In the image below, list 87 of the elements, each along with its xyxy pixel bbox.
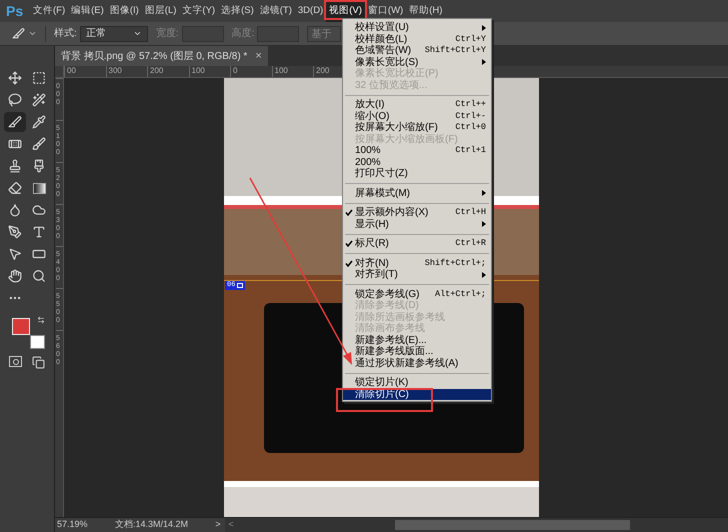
menu-item[interactable]: 对齐到(T) bbox=[343, 269, 491, 280]
tool-button[interactable] bbox=[4, 112, 26, 132]
menu-bar-item[interactable]: 选择(S) bbox=[218, 0, 257, 22]
check-icon bbox=[345, 260, 353, 267]
ruler-label: 0 bbox=[233, 66, 238, 76]
submenu-arrow-icon bbox=[482, 272, 486, 278]
menu-item[interactable]: 显示额外内容(X) Ctrl+H bbox=[343, 207, 491, 218]
height-label: 高度: bbox=[232, 26, 254, 41]
knife-icon bbox=[8, 115, 22, 129]
zoom-icon bbox=[32, 269, 46, 283]
ruler-label: 100 bbox=[274, 66, 288, 76]
foreground-swatch[interactable] bbox=[12, 318, 30, 335]
wand-icon bbox=[32, 93, 46, 107]
pointer-icon bbox=[8, 247, 22, 261]
scrollbar-thumb[interactable] bbox=[395, 520, 630, 530]
menu-bar-item[interactable]: 窗口(W) bbox=[364, 0, 406, 22]
menu-item[interactable]: 放大(I) Ctrl++ bbox=[343, 99, 491, 110]
menu-item[interactable]: 校样设置(U) bbox=[343, 22, 491, 34]
menu-item[interactable]: 色域警告(W) Shift+Ctrl+Y bbox=[343, 45, 491, 56]
type-icon bbox=[32, 225, 46, 239]
menu-item[interactable]: 新建参考线(E)... bbox=[343, 334, 491, 346]
document-size: 文档:14.3M/14.2M bbox=[115, 518, 190, 532]
quick-mask-icon[interactable] bbox=[9, 356, 22, 367]
menu-item[interactable]: 100% Ctrl+1 bbox=[343, 145, 491, 156]
menu-item[interactable]: 显示(H) bbox=[343, 218, 491, 230]
width-label: 宽度: bbox=[156, 26, 179, 41]
check-icon bbox=[345, 209, 353, 216]
menu-bar-item[interactable]: 编辑(E) bbox=[68, 0, 107, 22]
lasso-icon bbox=[8, 93, 22, 107]
pen-icon bbox=[8, 225, 22, 239]
gradient-icon bbox=[32, 182, 46, 194]
close-button[interactable]: × bbox=[255, 48, 262, 64]
ruler-label: 00 bbox=[67, 66, 76, 76]
menu-bar-item[interactable]: 滤镜(T) bbox=[256, 0, 295, 22]
ruler-label: 200 bbox=[150, 66, 164, 76]
eyedropper-icon bbox=[32, 115, 46, 129]
eraser-icon bbox=[8, 181, 22, 195]
menu-item[interactable]: 标尺(R) Ctrl+R bbox=[343, 238, 491, 250]
rectangle-icon bbox=[32, 247, 46, 261]
menu-bar-item[interactable]: 文字(Y) bbox=[179, 0, 218, 22]
droplet-icon bbox=[8, 203, 22, 217]
submenu-arrow-icon bbox=[482, 24, 486, 31]
caret-icon bbox=[28, 29, 37, 38]
knife-icon bbox=[12, 27, 25, 40]
check-icon bbox=[345, 240, 353, 248]
menu-item[interactable]: 对齐(N) Shift+Ctrl+; bbox=[343, 258, 491, 269]
ruler-label: 300 bbox=[108, 66, 122, 76]
zoom-level: 57.19% bbox=[56, 518, 89, 532]
menu-item[interactable]: 200% bbox=[343, 156, 491, 168]
submenu-arrow-icon bbox=[482, 190, 486, 196]
style-select[interactable]: 正常 bbox=[80, 26, 148, 42]
submenu-arrow-icon bbox=[482, 221, 486, 228]
menu-bar-item[interactable]: 3D(D) bbox=[294, 0, 326, 22]
stamp-icon bbox=[8, 159, 22, 173]
screen-mode-icon[interactable] bbox=[32, 356, 45, 369]
menu-bar-item[interactable]: 帮助(H) bbox=[406, 0, 446, 22]
brush-icon bbox=[32, 137, 46, 151]
marquee-icon bbox=[32, 71, 46, 85]
paintbrush-icon bbox=[32, 159, 46, 173]
caret-icon bbox=[132, 29, 142, 38]
menu-bar-item[interactable]: 图像(I) bbox=[106, 0, 142, 22]
document-title: 背景 拷贝.png @ 57.2% (图层 0, RGB/8) * bbox=[61, 50, 248, 64]
cloud-icon bbox=[32, 203, 46, 217]
bandage-icon bbox=[8, 137, 22, 151]
menu-bar-item[interactable]: 文件(F) bbox=[30, 0, 68, 22]
document-tab[interactable]: 背景 拷贝.png @ 57.2% (图层 0, RGB/8) * × bbox=[55, 46, 268, 66]
menu-item[interactable]: 锁定参考线(G) Alt+Ctrl+; bbox=[343, 288, 491, 300]
move-icon bbox=[8, 71, 22, 85]
app-logo: Ps bbox=[5, 2, 24, 20]
menu-item[interactable]: 缩小(O) Ctrl+- bbox=[343, 110, 491, 122]
ruler-label: 200 bbox=[316, 66, 330, 76]
menu-item[interactable]: 校样颜色(L) Ctrl+Y bbox=[343, 34, 491, 45]
menu-item[interactable]: 新建参考线版面... bbox=[343, 346, 491, 358]
menu-item[interactable]: 通过形状新建参考线(A) bbox=[343, 358, 491, 369]
menu-item[interactable]: 像素长宽比(S) bbox=[343, 56, 491, 68]
menu-bar-item[interactable]: 图层(L) bbox=[142, 0, 180, 22]
style-label: 样式: bbox=[54, 26, 77, 41]
background-swatch[interactable] bbox=[30, 335, 45, 349]
menu-item[interactable]: 按屏幕大小缩放(F) Ctrl+0 bbox=[343, 122, 491, 134]
menu-item[interactable]: 锁定切片(K) bbox=[343, 377, 491, 388]
swap-icon[interactable] bbox=[37, 316, 45, 324]
ruler-label: 100 bbox=[192, 66, 205, 76]
menu-item[interactable]: 打印尺寸(Z) bbox=[343, 168, 491, 180]
hand-icon bbox=[8, 269, 22, 283]
submenu-arrow-icon bbox=[482, 59, 486, 66]
slice-icon bbox=[237, 283, 244, 288]
menu-item[interactable]: 屏幕模式(M) bbox=[343, 188, 491, 199]
